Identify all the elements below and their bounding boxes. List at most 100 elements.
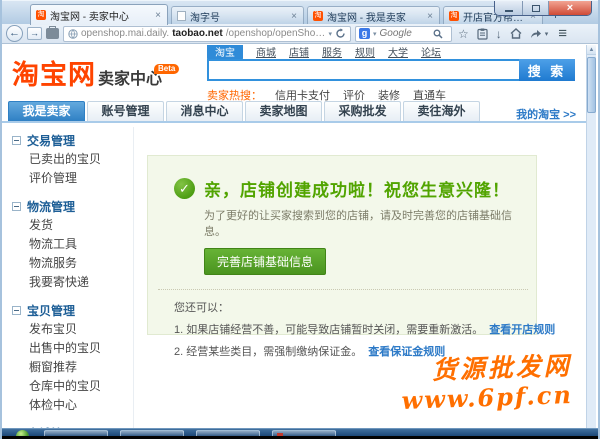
address-bar[interactable]: openshop.mai.daily.taobao.net/openshop/o… xyxy=(63,26,351,42)
recent-pages-icon[interactable] xyxy=(46,28,59,39)
sidebar-item-logistics-tools[interactable]: 物流工具 xyxy=(2,235,133,254)
window-controls: × xyxy=(494,1,592,16)
tab-close-icon[interactable]: × xyxy=(154,10,162,21)
maximize-icon xyxy=(532,5,540,12)
success-check-icon: ✓ xyxy=(174,178,195,199)
url-path: /openshop/openShopSuccess.htm xyxy=(226,28,326,39)
tip-text: 2. 经营某些类目，需强制缴纳保证金。 xyxy=(174,346,362,358)
tab-title: 淘宝网 - 我是卖家 xyxy=(327,9,422,24)
search-tab-university[interactable]: 大学 xyxy=(388,45,408,59)
success-title: 亲，店铺创建成功啦！祝您生意兴隆！ xyxy=(204,176,510,201)
tab-title: 淘宝网 - 卖家中心 xyxy=(50,8,150,23)
sidebar-item-items-in-stock[interactable]: 仓库中的宝贝 xyxy=(2,377,133,396)
browser-tab-taozihao[interactable]: 淘字号 × xyxy=(171,6,304,25)
nav-tab-messages[interactable]: 消息中心 xyxy=(166,101,243,121)
sidebar-item-publish-item[interactable]: 发布宝贝 xyxy=(2,320,133,339)
share-dropdown-icon[interactable]: ▾ xyxy=(545,30,549,38)
menu-icon[interactable]: ≡ xyxy=(558,25,567,42)
toolbar-icons: ☆ ↓ ▾ ≡ xyxy=(458,25,567,42)
open-shop-rules-link[interactable]: 查看开店规则 xyxy=(489,324,555,336)
tab-close-icon[interactable]: × xyxy=(290,11,298,22)
taobao-favicon: 淘 xyxy=(313,11,323,21)
browser-window: 淘 淘宝网 - 卖家中心 × 淘字号 × 淘 淘宝网 - 我是卖家 × 淘 开店… xyxy=(0,0,600,439)
share-plugin-icon[interactable] xyxy=(530,29,542,39)
browser-tab-seller-center[interactable]: 淘 淘宝网 - 卖家中心 × xyxy=(30,4,168,25)
collapse-icon[interactable] xyxy=(12,306,21,315)
urlbar-dropdown-icon[interactable]: ▾ xyxy=(328,30,332,38)
bookmark-star-icon[interactable]: ☆ xyxy=(458,28,469,40)
search-icon[interactable] xyxy=(433,29,443,39)
maximize-button[interactable] xyxy=(523,1,549,15)
success-row: ✓ 亲，店铺创建成功啦！祝您生意兴隆！ xyxy=(174,176,516,201)
nav-tab-sell-abroad[interactable]: 卖往海外 xyxy=(403,101,480,121)
my-taobao-link[interactable]: 我的淘宝 >> xyxy=(516,106,576,122)
search-tab-service[interactable]: 服务 xyxy=(322,45,342,59)
search-tab-rules[interactable]: 规则 xyxy=(355,45,375,59)
watermark-line2: www.6pf.cn xyxy=(401,381,573,415)
vertical-scrollbar[interactable]: ▲ xyxy=(586,45,596,429)
sidebar-item-health-center[interactable]: 体检中心 xyxy=(2,396,133,415)
sidebar-item-rating-mgmt[interactable]: 评价管理 xyxy=(2,169,133,188)
sidebar-item-ship[interactable]: 发货 xyxy=(2,216,133,235)
collapse-icon[interactable] xyxy=(12,136,21,145)
section-title: 物流管理 xyxy=(27,198,75,215)
minimize-button[interactable] xyxy=(495,1,523,15)
nav-tab-seller-map[interactable]: 卖家地图 xyxy=(245,101,322,121)
search-tab-mall[interactable]: 商城 xyxy=(256,45,276,59)
nav-tab-i-am-seller[interactable]: 我是卖家 xyxy=(8,101,85,121)
scroll-up-icon[interactable]: ▲ xyxy=(587,45,596,55)
complete-shop-info-button[interactable]: 完善店铺基础信息 xyxy=(204,248,326,275)
tab-close-icon[interactable]: × xyxy=(426,11,434,22)
bookmarks-menu-icon[interactable] xyxy=(477,28,488,40)
section-title: 宝贝管理 xyxy=(27,302,75,319)
taobao-logo-text: 淘宝网 xyxy=(12,53,96,92)
nav-tab-account[interactable]: 账号管理 xyxy=(87,101,164,121)
forward-button[interactable]: → xyxy=(27,27,42,40)
browser-search-input[interactable] xyxy=(380,28,430,39)
dotted-divider xyxy=(158,289,528,290)
more-options-title: 您还可以： xyxy=(174,299,516,315)
nav-tab-wholesale[interactable]: 采购批发 xyxy=(324,101,401,121)
browser-tab-i-am-seller[interactable]: 淘 淘宝网 - 我是卖家 × xyxy=(307,6,440,25)
engine-dropdown-icon[interactable]: ▾ xyxy=(373,30,377,38)
section-title: 交易管理 xyxy=(27,132,75,149)
sidebar-item-window-recommend[interactable]: 橱窗推荐 xyxy=(2,358,133,377)
taobao-favicon: 淘 xyxy=(36,10,46,20)
minimize-icon xyxy=(505,10,513,12)
google-engine-icon[interactable]: g xyxy=(359,28,370,39)
back-button[interactable]: ← xyxy=(6,25,23,42)
downloads-icon[interactable]: ↓ xyxy=(496,28,502,40)
sidebar-item-sold-items[interactable]: 已卖出的宝贝 xyxy=(2,150,133,169)
browser-search-box[interactable]: g ▾ xyxy=(355,26,452,42)
windows-taskbar xyxy=(2,428,598,436)
globe-icon xyxy=(68,29,78,39)
sidebar-section-items: 宝贝管理 发布宝贝 出售中的宝贝 橱窗推荐 仓库中的宝贝 体检中心 xyxy=(2,300,133,415)
scrollbar-thumb[interactable] xyxy=(587,57,596,113)
site-search: 搜 索 xyxy=(207,59,575,81)
sidebar-section-header[interactable]: 交易管理 xyxy=(2,130,133,150)
seller-center-label: 卖家中心 xyxy=(98,65,162,89)
close-button[interactable]: × xyxy=(549,1,591,15)
beta-badge: Beta xyxy=(154,64,179,74)
search-button[interactable]: 搜 索 xyxy=(519,59,575,81)
url-prefix: openshop.mai.daily. xyxy=(81,28,169,39)
sidebar-item-items-on-sale[interactable]: 出售中的宝贝 xyxy=(2,339,133,358)
watermark: 货源批发网 www.6pf.cn xyxy=(400,352,573,414)
collapse-icon[interactable] xyxy=(12,202,21,211)
main-nav-tabs: 我是卖家 账号管理 消息中心 卖家地图 采购批发 卖往海外 xyxy=(2,101,586,123)
taobao-search-input[interactable] xyxy=(207,59,519,81)
taobao-favicon: 淘 xyxy=(449,11,459,21)
reload-icon[interactable] xyxy=(335,28,346,39)
search-tab-shop[interactable]: 店铺 xyxy=(289,45,309,59)
success-subtitle: 为了更好的让买家搜索到您的店铺，请及时完善您的店铺基础信息。 xyxy=(204,207,516,239)
site-logo[interactable]: 淘宝网 卖家中心 Beta xyxy=(12,53,187,92)
search-tab-taobao[interactable]: 淘宝 xyxy=(207,45,243,60)
home-icon[interactable] xyxy=(510,28,522,39)
sidebar-item-logistics-service[interactable]: 物流服务 xyxy=(2,254,133,273)
page-content: 淘宝网 卖家中心 Beta 淘宝 商城 店铺 服务 规则 大学 论坛 搜 索 卖… xyxy=(2,45,586,429)
search-tab-forum[interactable]: 论坛 xyxy=(421,45,441,59)
sidebar-section-header[interactable]: 物流管理 xyxy=(2,196,133,216)
sidebar-section-trade: 交易管理 已卖出的宝贝 评价管理 xyxy=(2,130,133,188)
sidebar-item-send-express[interactable]: 我要寄快递 xyxy=(2,273,133,292)
sidebar-section-header[interactable]: 宝贝管理 xyxy=(2,300,133,320)
